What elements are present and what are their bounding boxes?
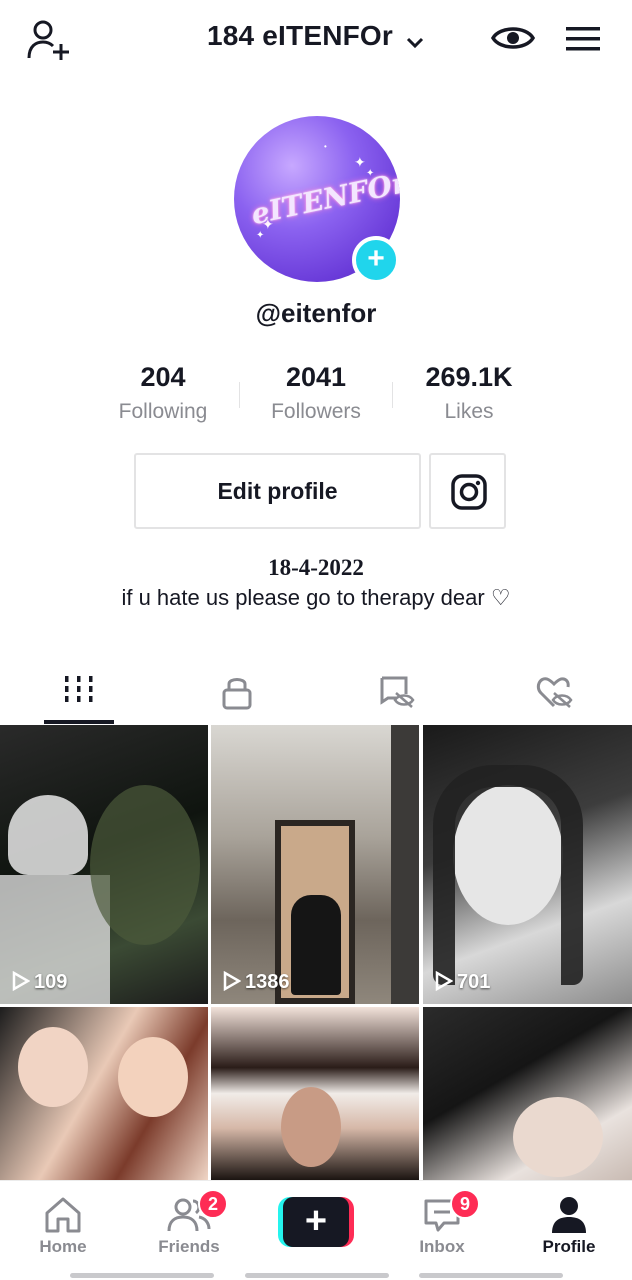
inbox-badge: 9 <box>450 1189 480 1219</box>
menu-icon[interactable] <box>563 20 603 58</box>
nav-profile[interactable]: Profile <box>514 1195 624 1257</box>
followers-label: Followers <box>271 400 361 423</box>
heart-hidden-icon <box>536 677 573 708</box>
video-thumbnail[interactable]: 701 <box>423 725 632 1004</box>
grid-icon <box>65 676 93 702</box>
nav-home-label: Home <box>39 1237 87 1256</box>
video-thumbnail[interactable] <box>423 1007 632 1180</box>
top-bar: 184 eITENFOr <box>0 0 632 80</box>
home-icon <box>45 1197 81 1233</box>
tab-tagged[interactable] <box>316 660 474 724</box>
nav-inbox[interactable]: 9 Inbox <box>387 1189 497 1257</box>
video-thumbnail[interactable]: 109 <box>0 725 208 1004</box>
view-count: 701 <box>435 970 490 994</box>
nav-inbox-label: Inbox <box>419 1237 465 1256</box>
view-count: 109 <box>12 970 67 994</box>
following-count: 204 <box>140 362 186 392</box>
friends-badge: 2 <box>198 1189 228 1219</box>
account-name: 184 eITENFOr <box>206 20 394 51</box>
nav-profile-label: Profile <box>542 1237 596 1256</box>
profile-icon <box>552 1197 586 1233</box>
play-icon <box>12 970 31 992</box>
following-label: Following <box>118 400 208 423</box>
gesture-bar <box>70 1273 214 1278</box>
nav-home[interactable]: Home <box>8 1195 118 1257</box>
stat-divider <box>239 382 240 408</box>
play-icon <box>223 970 242 992</box>
likes-label: Likes <box>444 400 494 423</box>
lock-icon <box>222 678 252 710</box>
tab-liked[interactable] <box>474 660 632 724</box>
nav-friends-label: Friends <box>158 1237 220 1256</box>
followers-stat[interactable]: 2041 Followers <box>241 360 391 424</box>
bio-text: if u hate us please go to therapy dear ♡ <box>121 585 511 610</box>
bio-date: 18-4-2022 <box>268 555 364 580</box>
video-thumbnail[interactable]: 1386 <box>211 725 419 1004</box>
video-grid: 109 1386 701 <box>0 725 632 1180</box>
gesture-bar <box>245 1273 389 1278</box>
tab-videos[interactable] <box>0 660 158 724</box>
account-switcher[interactable]: 184 eITENFOr <box>0 20 632 52</box>
instagram-button[interactable] <box>429 453 506 529</box>
following-stat[interactable]: 204 Following <box>88 360 238 424</box>
nav-friends[interactable]: 2 Friends <box>134 1189 244 1257</box>
bottom-navigation: Home 2 Friends + 9 Inbox Profile <box>0 1180 632 1280</box>
video-thumbnail[interactable] <box>0 1007 208 1180</box>
chevron-down-icon <box>405 28 425 48</box>
create-button[interactable]: + <box>278 1197 354 1247</box>
profile-stats: 204 Following 2041 Followers 269.1K Like… <box>86 360 546 432</box>
eye-icon[interactable] <box>490 18 536 58</box>
plus-icon: + <box>283 1197 349 1247</box>
view-count: 1386 <box>223 970 290 994</box>
profile-username: @eitenfor <box>255 298 377 328</box>
play-icon <box>435 970 454 992</box>
followers-count: 2041 <box>285 362 347 392</box>
instagram-icon <box>451 474 487 510</box>
gesture-bar <box>419 1273 563 1278</box>
active-tab-indicator <box>44 720 114 724</box>
likes-stat[interactable]: 269.1K Likes <box>394 360 544 424</box>
tab-private[interactable] <box>158 660 316 724</box>
tag-hidden-icon <box>380 676 415 708</box>
stat-divider <box>392 382 393 408</box>
profile-tabs <box>0 660 632 724</box>
add-avatar-button[interactable]: + <box>352 236 400 284</box>
avatar-logo-text: eITENFOr <box>248 165 400 232</box>
edit-profile-button[interactable]: Edit profile <box>134 453 421 529</box>
video-thumbnail[interactable] <box>211 1007 419 1180</box>
likes-count: 269.1K <box>425 362 513 392</box>
